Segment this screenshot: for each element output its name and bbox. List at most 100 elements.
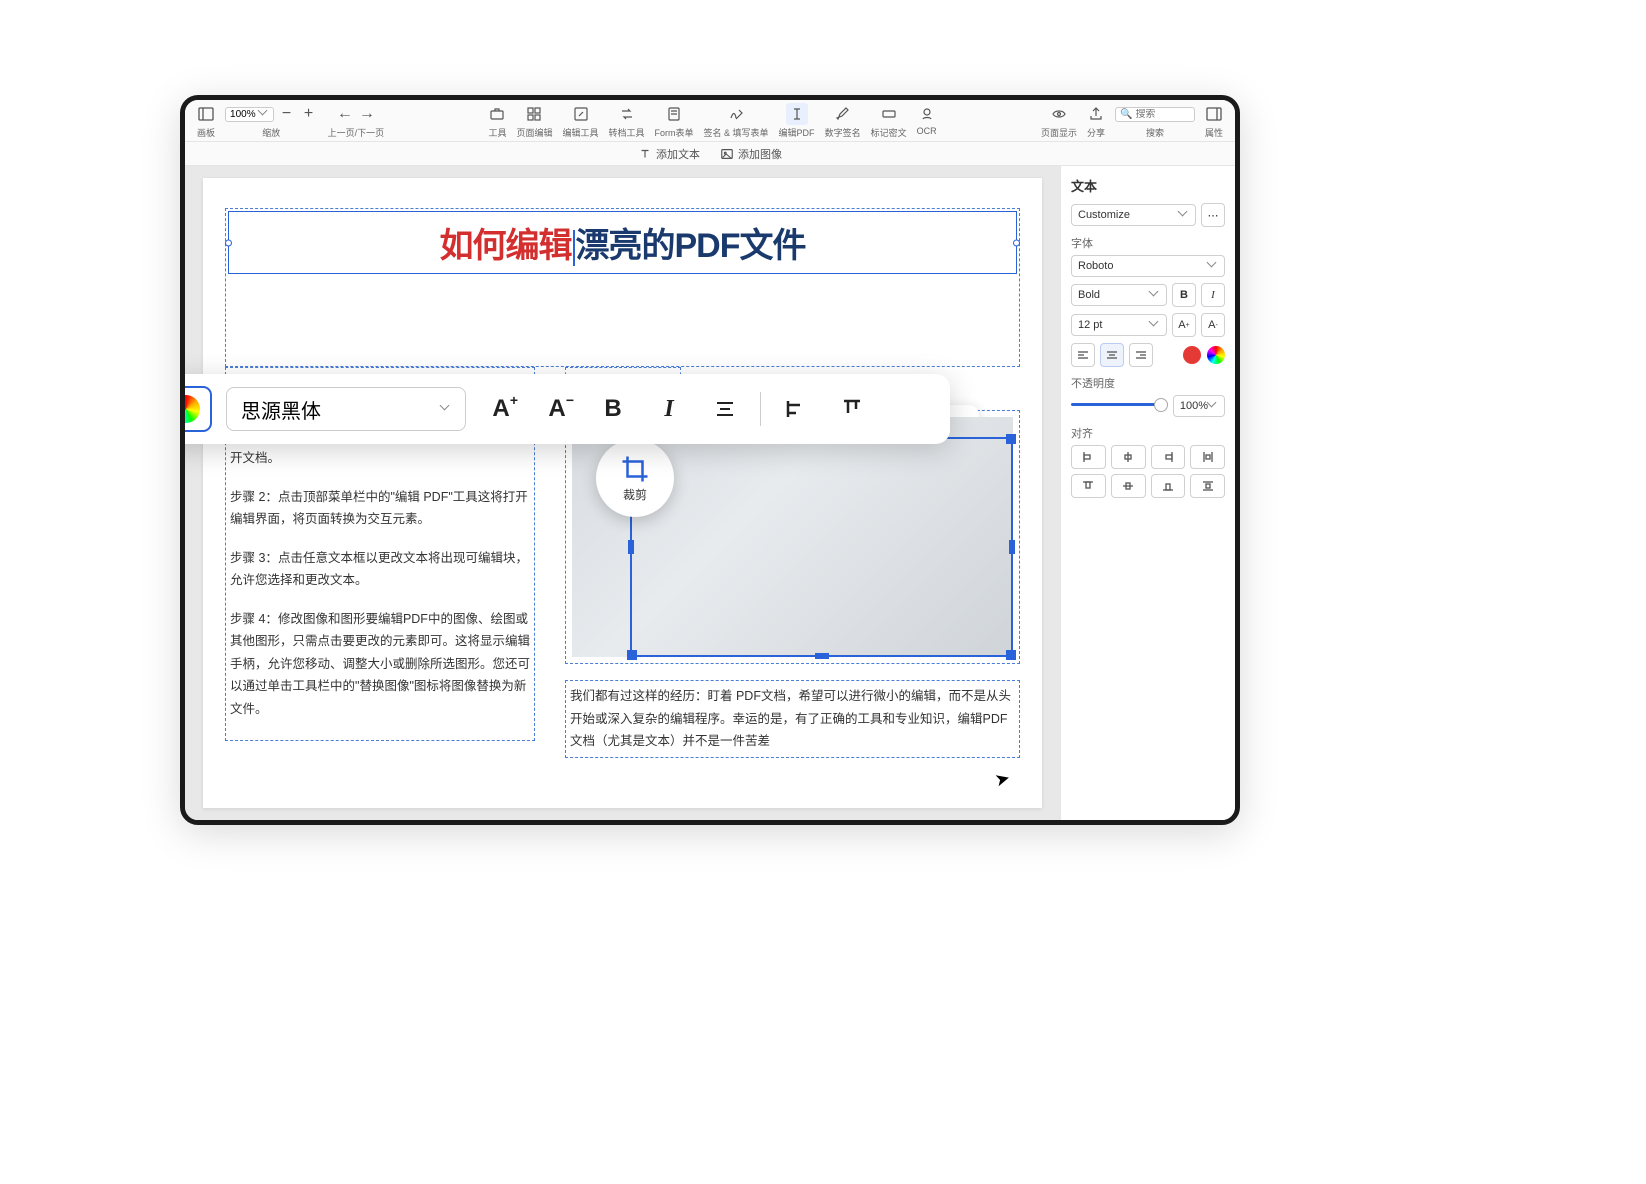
tb-nav: ← → 上一页/下一页 [324,103,389,139]
more-options-button[interactable]: ⋯ [1201,203,1225,227]
toolbox-icon [488,105,506,123]
crop-handle[interactable] [1009,540,1015,554]
crop-button[interactable]: 裁剪 [596,439,674,517]
tb-properties[interactable]: 属性 [1201,103,1227,139]
align-right-button[interactable] [1151,445,1186,469]
zoom-out-icon[interactable]: − [278,105,296,123]
image-edit-box[interactable]: 裁剪 [565,410,1020,664]
panel-right-icon [1205,105,1223,123]
resize-handle-left[interactable] [225,239,232,246]
decrease-font-button[interactable]: A− [536,388,578,430]
align-top-button[interactable] [1071,474,1106,498]
cursor-pointer-icon: ➤ [992,767,1012,791]
bold-button[interactable]: B [1172,283,1196,307]
resize-handle-right[interactable] [1013,239,1020,246]
tb-convert[interactable]: 转档工具 [605,103,649,139]
crop-handle[interactable] [1006,650,1016,660]
text-color-picker[interactable] [185,386,212,432]
canvas[interactable]: 如何编辑漂亮的PDF文件 如何编辑 PDF 文件 步骤 1：打开PDF文件点击"… [185,166,1060,820]
style-preset-select[interactable]: Customize [1071,204,1196,226]
zoom-in-icon[interactable]: + [300,105,318,123]
tb-form[interactable]: Form表单 [651,103,698,139]
font-weight-select[interactable]: Bold [1071,284,1167,306]
font-family-select[interactable]: Roboto [1071,255,1225,277]
signature-icon [727,105,745,123]
tb-sign[interactable]: 签名 & 填写表单 [700,103,773,139]
search-icon: 🔍 [1120,109,1132,120]
color-swatch-red[interactable] [1183,346,1201,364]
align-label: 对齐 [1071,425,1225,441]
title-text-box[interactable]: 如何编辑漂亮的PDF文件 [228,211,1017,274]
align-center-h-button[interactable] [1111,445,1146,469]
crop-handle[interactable] [1006,434,1016,444]
decrease-font-button[interactable]: A- [1201,313,1225,337]
distribute-v-button[interactable] [1190,474,1225,498]
title-highlighted: 如何编辑 [440,227,572,265]
search-input[interactable] [1135,109,1190,120]
color-picker-icon[interactable] [1207,346,1225,364]
add-text-button[interactable]: 添加文本 [638,146,700,162]
tb-share[interactable]: 分享 [1083,103,1109,139]
align-center-v-button[interactable] [1111,474,1146,498]
color-swatch-rainbow[interactable] [185,395,200,423]
bold-button[interactable]: B [592,388,634,430]
redact-icon [880,105,898,123]
body-text: 步骤 4：修改图像和图形要编辑PDF中的图像、绘图或其他图形，只需点击要更改的元… [230,608,530,721]
align-top-button[interactable] [831,388,873,430]
italic-button[interactable]: I [1201,283,1225,307]
add-image-button[interactable]: 添加图像 [720,146,782,162]
font-family-select[interactable]: 思源黑体 [226,387,466,431]
tb-edit-pdf[interactable]: 编辑PDF [775,103,819,139]
align-left-button[interactable] [775,388,817,430]
convert-icon [618,105,636,123]
opacity-slider[interactable] [1071,403,1168,406]
crop-rectangle[interactable] [630,437,1013,657]
text-align-left-button[interactable] [1071,343,1095,367]
main-area: 如何编辑漂亮的PDF文件 如何编辑 PDF 文件 步骤 1：打开PDF文件点击"… [185,166,1235,820]
crop-handle[interactable] [628,540,634,554]
tb-page-display[interactable]: 页面显示 [1037,103,1081,139]
prev-page-icon[interactable]: ← [336,105,354,123]
align-bottom-button[interactable] [1151,474,1186,498]
tb-digital-sign[interactable]: 数字签名 [821,103,865,139]
floating-format-bar: 思源黑体 A+ A− B I [185,374,950,444]
align-center-button[interactable] [704,388,746,430]
tb-panel[interactable]: 画板 [193,103,219,139]
text-align-center-button[interactable] [1100,343,1124,367]
properties-panel: 文本 Customize ⋯ 字体 Roboto Bold B I 12 pt … [1060,166,1235,820]
pencil-square-icon [572,105,590,123]
distribute-h-button[interactable] [1190,445,1225,469]
tb-tools[interactable]: 工具 [484,103,510,139]
next-page-icon[interactable]: → [358,105,376,123]
document-page: 如何编辑漂亮的PDF文件 如何编辑 PDF 文件 步骤 1：打开PDF文件点击"… [203,178,1042,808]
font-section-label: 字体 [1071,235,1225,251]
eye-icon [1050,105,1068,123]
tb-redact[interactable]: 标记密文 [867,103,911,139]
search-input-wrapper[interactable]: 🔍 [1115,107,1195,122]
opacity-label: 不透明度 [1071,375,1225,391]
font-size-select[interactable]: 12 pt [1071,314,1167,336]
edit-sub-toolbar: 添加文本 添加图像 [185,142,1235,166]
increase-font-button[interactable]: A+ [480,388,522,430]
body-text: 步骤 3：点击任意文本框以更改文本将出现可编辑块，允许您选择和更改文本。 [230,547,530,592]
opacity-value[interactable]: 100% [1173,395,1225,417]
increase-font-button[interactable]: A+ [1172,313,1196,337]
props-title: 文本 [1071,176,1225,195]
pen-icon [834,105,852,123]
tb-ocr[interactable]: OCR [913,103,941,136]
align-left-button[interactable] [1071,445,1106,469]
share-icon [1087,105,1105,123]
crop-handle[interactable] [627,650,637,660]
text-align-right-button[interactable] [1129,343,1153,367]
crop-handle[interactable] [815,653,829,659]
main-toolbar: 画板 100% − + 缩放 ← → 上一页/下一页 工具 页面编辑 编辑工具 … [185,100,1235,142]
tb-search: 🔍 搜索 [1111,103,1199,139]
text-caret [573,230,575,266]
ocr-icon [918,105,936,123]
italic-button[interactable]: I [648,388,690,430]
tb-page-edit[interactable]: 页面编辑 [512,103,556,139]
zoom-select[interactable]: 100% [225,107,274,122]
body-text: 步骤 2：点击顶部菜单栏中的"编辑 PDF"工具这将打开编辑界面，将页面转换为交… [230,486,530,531]
tb-edit-tool[interactable]: 编辑工具 [559,103,603,139]
page-grid-icon [525,105,543,123]
